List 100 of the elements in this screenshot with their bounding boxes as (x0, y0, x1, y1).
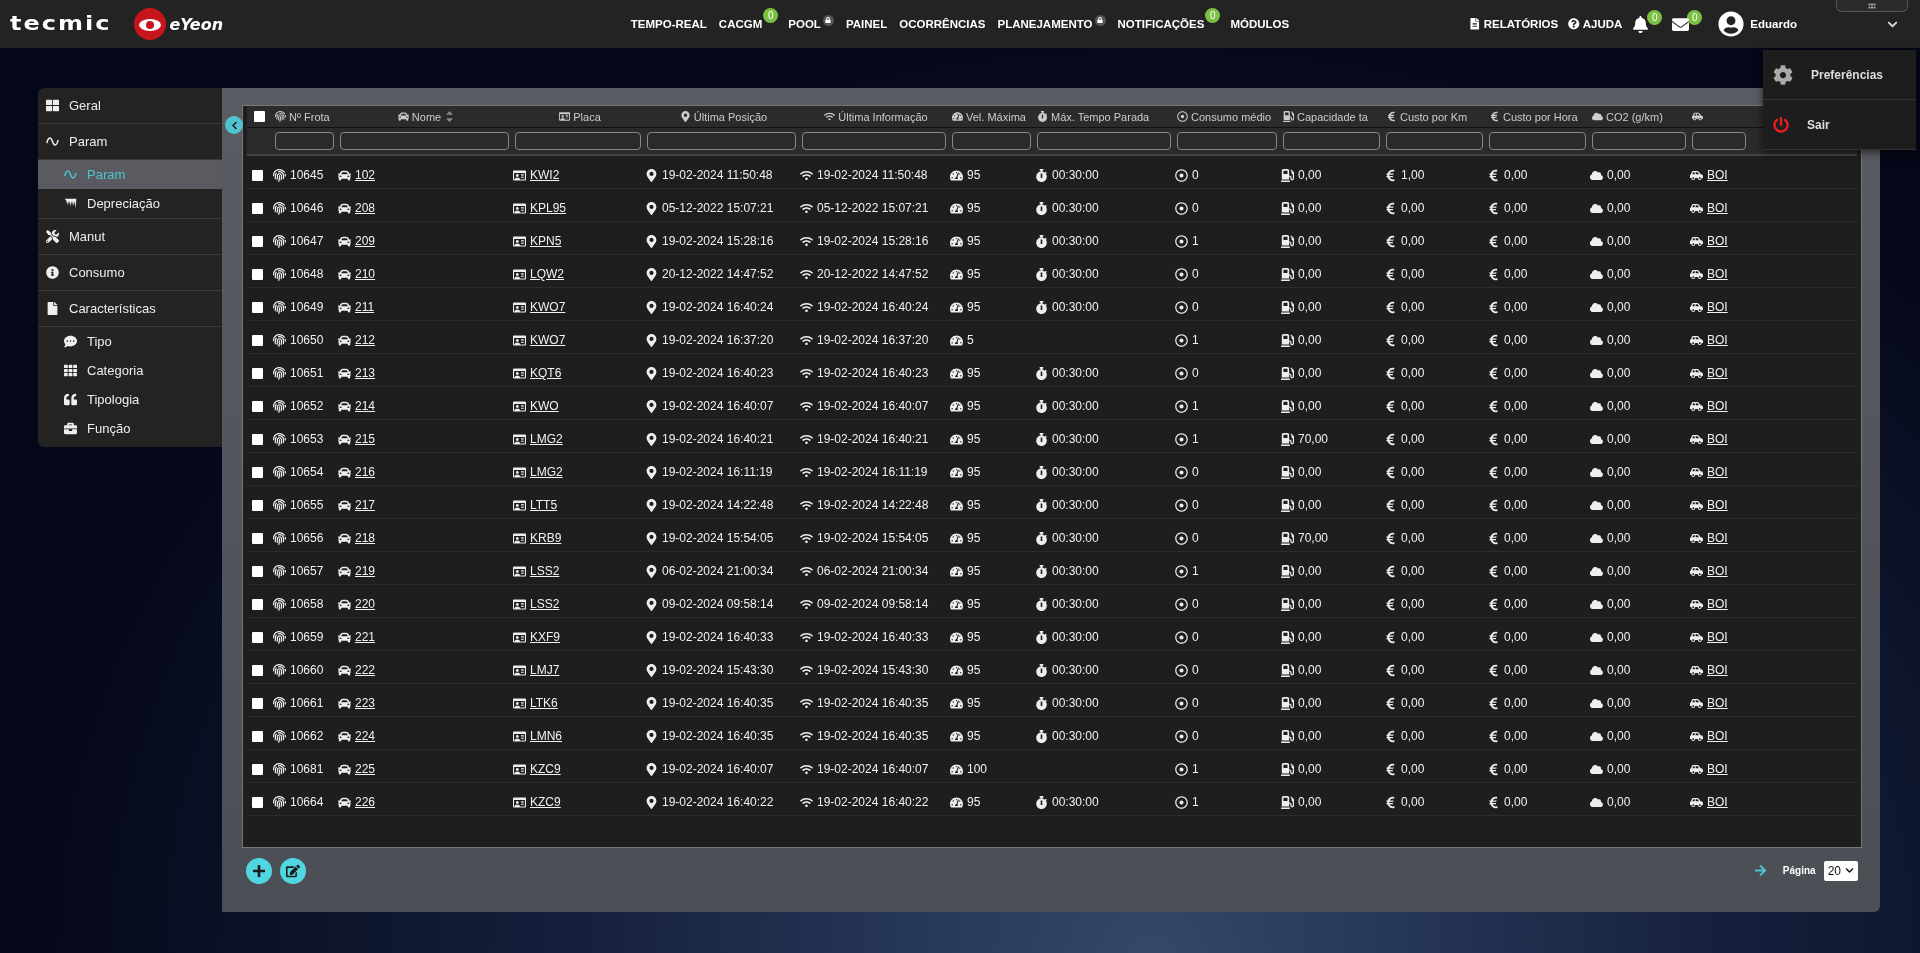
table-link[interactable]: KWO7 (530, 333, 566, 347)
row-checkbox[interactable] (252, 301, 263, 313)
page-size-select[interactable]: 20 (1823, 860, 1858, 881)
row-checkbox[interactable] (252, 796, 263, 808)
table-link[interactable]: LMG2 (530, 465, 563, 479)
column-header[interactable]: Placa (573, 110, 601, 123)
table-link[interactable]: LMN6 (530, 729, 562, 743)
filter-field[interactable] (1592, 132, 1686, 150)
help-link[interactable]: AJUDA (1568, 18, 1623, 30)
column-header[interactable]: Custo por Hora (1503, 110, 1578, 123)
table-link[interactable]: 224 (355, 729, 376, 743)
table-link[interactable]: BOI (1707, 729, 1728, 743)
filter-field[interactable] (647, 132, 796, 150)
handle-tab[interactable] (1836, 0, 1908, 12)
row-checkbox[interactable] (252, 763, 263, 775)
row-checkbox[interactable] (252, 202, 263, 214)
table-link[interactable]: 210 (355, 267, 376, 281)
table-link[interactable]: BOI (1707, 762, 1728, 776)
row-checkbox[interactable] (252, 169, 263, 181)
table-link[interactable]: KRB9 (530, 531, 562, 545)
row-checkbox[interactable] (252, 433, 263, 445)
table-link[interactable]: 215 (355, 432, 376, 446)
table-link[interactable]: BOI (1707, 795, 1728, 809)
table-link[interactable]: 223 (355, 696, 376, 710)
nav-link[interactable]: NOTIFICAÇÕES (1115, 14, 1207, 34)
table-link[interactable]: 208 (355, 201, 376, 215)
column-header[interactable]: Nº Frota (289, 110, 330, 123)
table-link[interactable]: BOI (1707, 366, 1728, 380)
table-link[interactable]: KXF9 (530, 630, 560, 644)
table-link[interactable]: 217 (355, 498, 376, 512)
column-header[interactable]: Máx. Tempo Parada (1051, 110, 1150, 123)
filter-field[interactable] (1283, 132, 1380, 150)
table-link[interactable]: BOI (1707, 333, 1728, 347)
table-link[interactable]: 102 (355, 168, 376, 182)
row-checkbox[interactable] (252, 466, 263, 478)
row-checkbox[interactable] (252, 499, 263, 511)
table-link[interactable]: 226 (355, 795, 376, 809)
messages-button[interactable] (1672, 15, 1690, 33)
row-checkbox[interactable] (252, 334, 263, 346)
filter-field[interactable] (1037, 132, 1171, 150)
user-menu-button[interactable]: Eduardo (1718, 11, 1797, 37)
table-link[interactable]: 214 (355, 399, 376, 413)
table-link[interactable]: BOI (1707, 663, 1728, 677)
table-link[interactable]: BOI (1707, 630, 1728, 644)
filter-field[interactable] (1386, 132, 1483, 150)
arrow-right-icon[interactable] (1753, 864, 1767, 877)
add-button[interactable] (246, 857, 272, 884)
filter-field[interactable] (802, 132, 946, 150)
column-header[interactable]: Última Informação (838, 110, 928, 123)
row-checkbox[interactable] (252, 367, 263, 379)
table-link[interactable]: 212 (355, 333, 376, 347)
table-link[interactable]: BOI (1707, 399, 1728, 413)
filter-field[interactable] (275, 132, 334, 150)
table-link[interactable]: LSS2 (530, 564, 560, 578)
row-checkbox[interactable] (252, 730, 263, 742)
nav-link[interactable]: POOL (786, 14, 836, 34)
nav-link[interactable]: MÓDULOS (1228, 14, 1292, 34)
table-link[interactable]: LMJ7 (530, 663, 560, 677)
column-header[interactable]: Consumo médio (1191, 110, 1272, 123)
table-link[interactable]: 213 (355, 366, 376, 380)
table-link[interactable]: KWO7 (530, 300, 566, 314)
row-checkbox[interactable] (252, 631, 263, 643)
table-link[interactable]: 218 (355, 531, 376, 545)
sidebar-subitem[interactable]: Tipologia (38, 385, 222, 414)
row-checkbox[interactable] (252, 532, 263, 544)
row-checkbox[interactable] (252, 598, 263, 610)
table-link[interactable]: BOI (1707, 696, 1728, 710)
filter-field[interactable] (1177, 132, 1277, 150)
row-checkbox[interactable] (252, 565, 263, 577)
column-header[interactable]: CO2 (g/km) (1606, 110, 1663, 123)
nav-link[interactable]: CACGM (716, 14, 765, 34)
table-link[interactable]: 220 (355, 597, 376, 611)
table-link[interactable]: KWI2 (530, 168, 560, 182)
table-link[interactable]: BOI (1707, 267, 1728, 281)
reports-link[interactable]: RELATÓRIOS (1469, 18, 1559, 30)
menu-item[interactable]: Preferências (1763, 50, 1916, 100)
column-header[interactable]: Capacidade ta (1297, 110, 1368, 123)
row-checkbox[interactable] (252, 664, 263, 676)
table-link[interactable]: 209 (355, 234, 376, 248)
table-link[interactable]: BOI (1707, 531, 1728, 545)
table-link[interactable]: 225 (355, 762, 376, 776)
column-header[interactable]: Vel. Máxima (966, 110, 1026, 123)
sidebar-subitem[interactable]: Função (38, 414, 222, 443)
column-header[interactable]: Nome (411, 110, 442, 123)
table-link[interactable]: KQT6 (530, 366, 562, 380)
table-link[interactable]: KPL95 (530, 201, 567, 215)
column-header[interactable]: Custo por Km (1400, 110, 1468, 123)
nav-link[interactable]: TEMPO-REAL (628, 14, 709, 34)
select-all-checkbox[interactable] (254, 111, 265, 122)
row-checkbox[interactable] (252, 268, 263, 280)
filter-field[interactable] (1692, 132, 1746, 150)
table-link[interactable]: KZC9 (530, 762, 561, 776)
sidebar-subitem[interactable]: Categoria (38, 356, 222, 385)
table-link[interactable]: 219 (355, 564, 376, 578)
table-link[interactable]: KZC9 (530, 795, 561, 809)
row-checkbox[interactable] (252, 697, 263, 709)
filter-field[interactable] (1489, 132, 1586, 150)
sidebar-subitem[interactable]: Tipo (38, 327, 222, 356)
table-link[interactable]: BOI (1707, 597, 1728, 611)
table-link[interactable]: BOI (1707, 201, 1728, 215)
